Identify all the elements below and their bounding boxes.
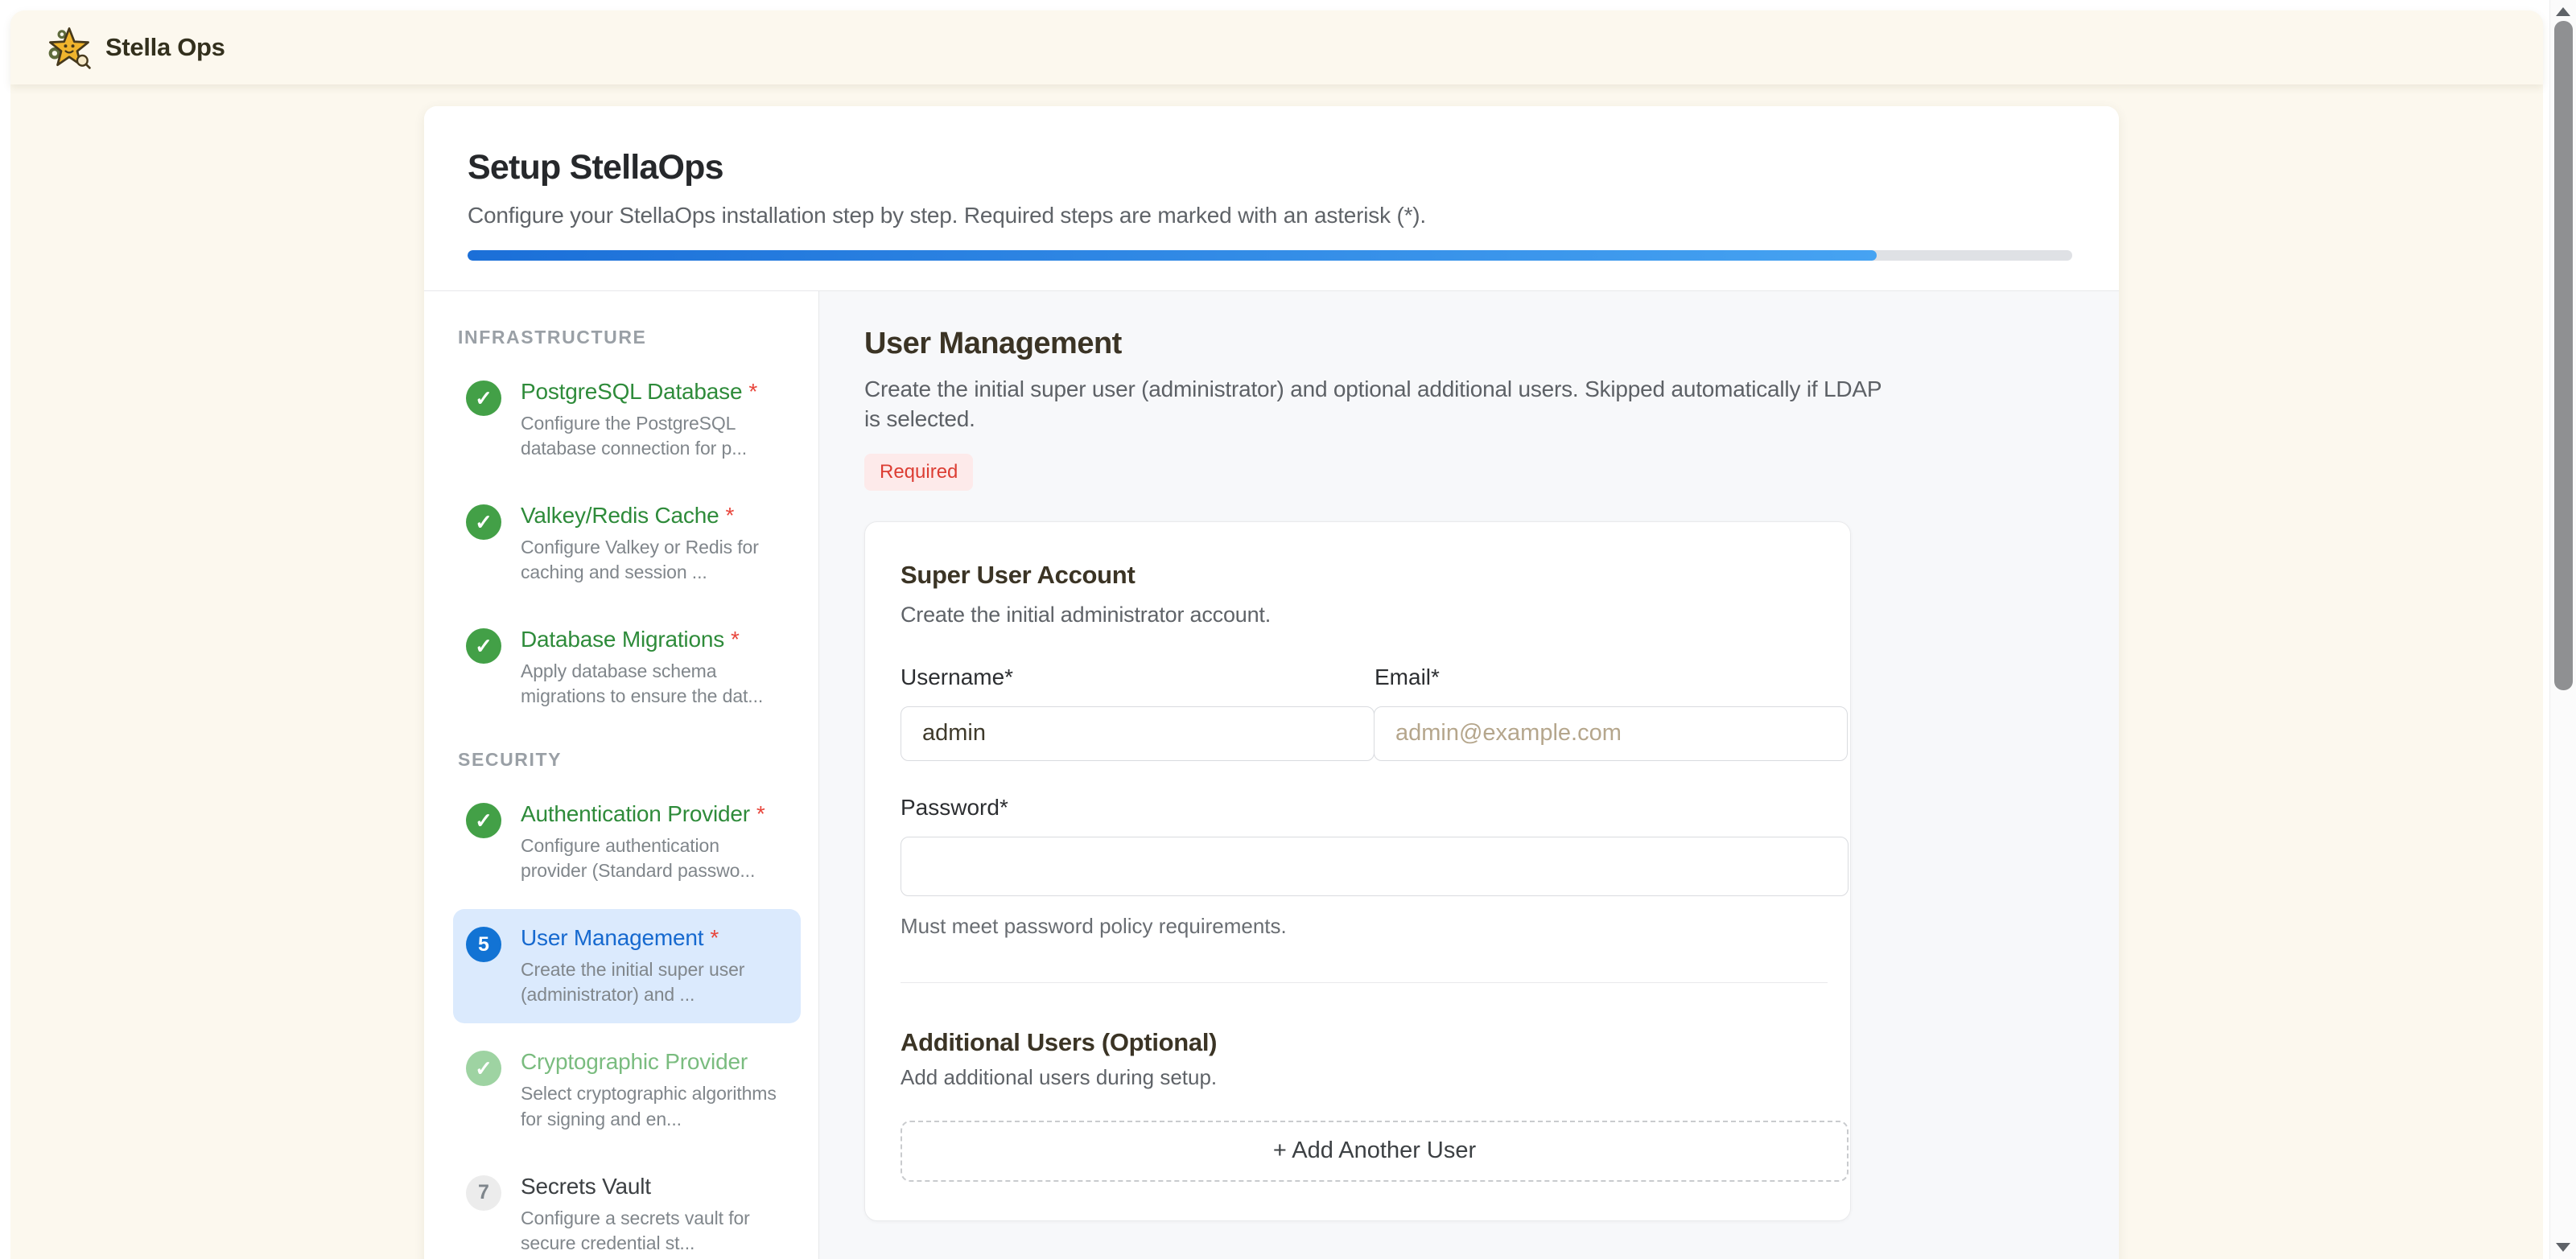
additional-users-subtitle: Add additional users during setup. <box>901 1065 1849 1090</box>
setup-progress-fill <box>468 250 1877 261</box>
step-number: 7 <box>478 1181 489 1204</box>
required-asterisk: * <box>725 503 734 528</box>
sidebar-item-valkey-redis-cache[interactable]: ✓ Valkey/Redis Cache* Configure Valkey o… <box>453 487 801 601</box>
setup-progress-bar <box>468 250 2072 261</box>
setup-wizard-container: Setup StellaOps Configure your StellaOps… <box>424 106 2119 1259</box>
step-number-badge: 7 <box>466 1175 501 1211</box>
username-input[interactable] <box>901 706 1375 761</box>
step-number-badge: 5 <box>466 927 501 962</box>
sidebar-item-postgresql-database[interactable]: ✓ PostgreSQL Database* Configure the Pos… <box>453 363 801 477</box>
step-description: Configure authentication provider (Stand… <box>521 833 788 883</box>
scrollbar-thumb[interactable] <box>2554 21 2573 690</box>
password-label: Password* <box>901 795 1849 821</box>
required-asterisk: * <box>748 379 757 404</box>
step-description: Create the initial super user (administr… <box>521 957 788 1007</box>
additional-users-title: Additional Users (Optional) <box>901 1028 1849 1057</box>
step-description: Configure a secrets vault for secure cre… <box>521 1206 788 1256</box>
step-title: Authentication Provider <box>521 801 750 826</box>
sidebar-item-user-management[interactable]: 5 User Management * Create the initial su… <box>453 909 801 1023</box>
check-icon: ✓ <box>475 1056 493 1081</box>
step-content-panel: User Management Create the initial super… <box>818 291 2119 1259</box>
card-title: Super User Account <box>901 561 1849 590</box>
section-divider <box>901 982 1828 983</box>
check-icon: ✓ <box>475 808 493 833</box>
scrollbar-up-arrow-icon[interactable] <box>2556 7 2570 16</box>
add-another-user-button[interactable]: + Add Another User <box>901 1121 1849 1182</box>
section-label-security: SECURITY <box>458 749 801 771</box>
step-complete-icon: ✓ <box>466 381 501 416</box>
step-title: Secrets Vault <box>521 1174 651 1199</box>
scrollbar-down-arrow-icon[interactable] <box>2556 1243 2570 1252</box>
required-asterisk: * <box>731 627 740 652</box>
required-asterisk: * <box>756 801 765 826</box>
sidebar-item-cryptographic-provider[interactable]: ✓ Cryptographic Provider Select cryptogr… <box>453 1033 801 1147</box>
stellaops-logo-icon <box>46 24 93 71</box>
card-subtitle: Create the initial administrator account… <box>901 603 1849 627</box>
step-lead-text: Create the initial super user (administr… <box>864 375 1894 434</box>
step-description: Apply database schema migrations to ensu… <box>521 659 788 709</box>
app-header: Stella Ops <box>10 10 2543 84</box>
password-help-text: Must meet password policy requirements. <box>901 914 1849 939</box>
super-user-account-card: Super User Account Create the initial ad… <box>864 521 1851 1221</box>
step-title: User Management <box>521 925 703 950</box>
check-icon: ✓ <box>475 510 493 535</box>
step-title: Valkey/Redis Cache <box>521 503 719 528</box>
username-label: Username* <box>901 664 1375 690</box>
required-badge: Required <box>864 454 973 491</box>
step-title: Cryptographic Provider <box>521 1049 748 1074</box>
page-subtitle: Configure your StellaOps installation st… <box>468 203 2074 228</box>
sidebar-item-database-migrations[interactable]: ✓ Database Migrations * Apply database sc… <box>453 611 801 725</box>
step-description: Configure the PostgreSQL database connec… <box>521 411 788 461</box>
step-heading: User Management <box>864 327 2119 361</box>
page-title: Setup StellaOps <box>468 148 2074 187</box>
step-complete-icon: ✓ <box>466 628 501 664</box>
required-asterisk: * <box>710 925 719 950</box>
steps-sidebar: INFRASTRUCTURE ✓ PostgreSQL Database* Co… <box>424 291 818 1259</box>
sidebar-item-authentication-provider[interactable]: ✓ Authentication Provider* Configure aut… <box>453 785 801 899</box>
check-icon: ✓ <box>475 634 493 659</box>
step-complete-icon: ✓ <box>466 504 501 540</box>
password-input[interactable] <box>901 837 1849 896</box>
scrollbar[interactable] <box>2549 0 2576 1259</box>
step-complete-icon: ✓ <box>466 803 501 838</box>
step-skipped-icon: ✓ <box>466 1051 501 1086</box>
step-title: Database Migrations <box>521 627 724 652</box>
email-label: Email* <box>1375 664 1849 690</box>
step-description: Select cryptographic algorithms for sign… <box>521 1081 788 1131</box>
check-icon: ✓ <box>475 386 493 411</box>
step-title: PostgreSQL Database <box>521 379 742 404</box>
section-label-infrastructure: INFRASTRUCTURE <box>458 327 801 348</box>
app-name: Stella Ops <box>105 33 225 62</box>
sidebar-item-secrets-vault[interactable]: 7 Secrets Vault Configure a secrets vaul… <box>453 1158 801 1259</box>
step-description: Configure Valkey or Redis for caching an… <box>521 535 788 585</box>
wizard-hero: Setup StellaOps Configure your StellaOps… <box>424 106 2119 290</box>
email-input[interactable] <box>1374 706 1848 761</box>
step-number: 5 <box>478 933 489 957</box>
